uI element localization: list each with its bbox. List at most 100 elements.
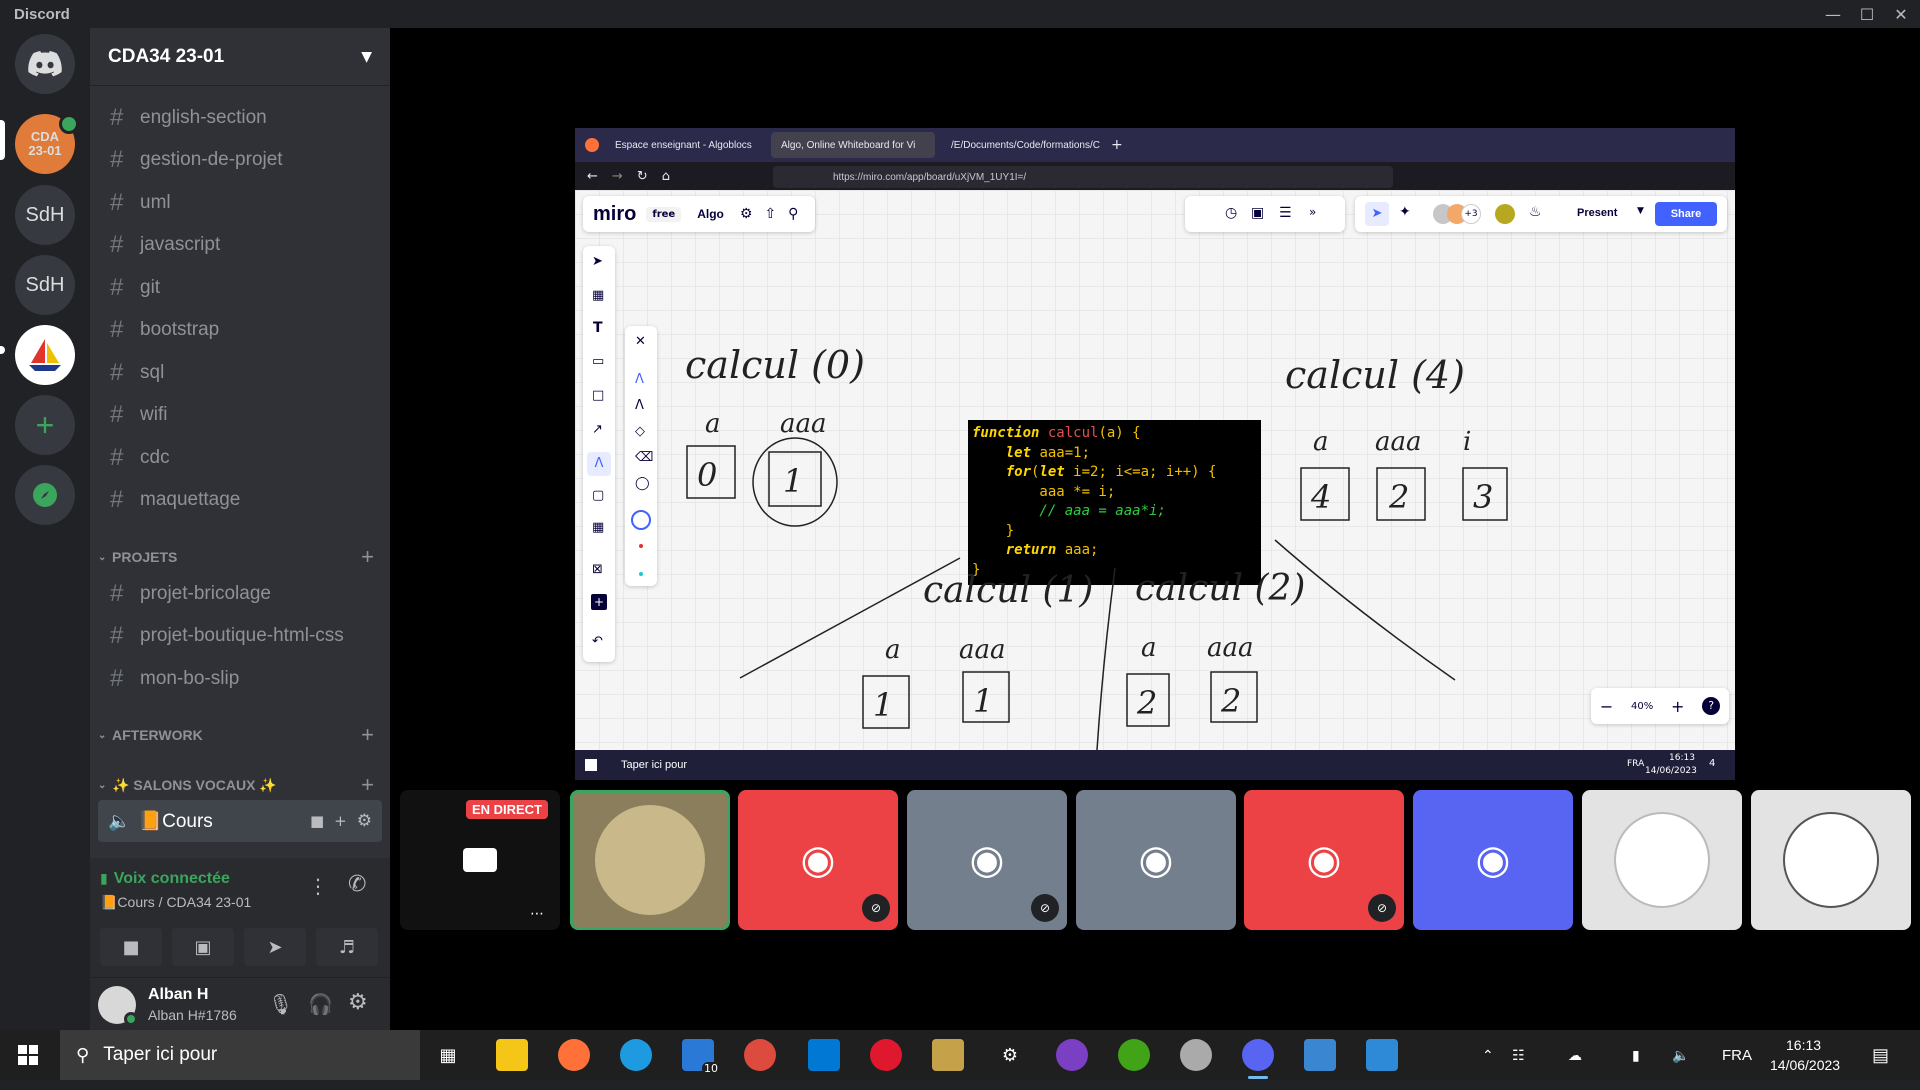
cloud-icon[interactable]: ☁ [1568, 1030, 1582, 1080]
live-stream-tile[interactable]: EN DIRECT ⋯ [400, 790, 560, 930]
browser-tab[interactable]: Espace enseignant - Algoblocs [605, 132, 765, 158]
forward-icon[interactable]: → [612, 169, 623, 184]
battery-icon[interactable]: ▮ [1632, 1030, 1640, 1080]
hash-icon: # [110, 444, 124, 471]
screen-share-view[interactable]: Espace enseignant - Algoblocs Algo, Onli… [575, 128, 1735, 780]
notification-center-icon[interactable]: ▤ [1872, 1030, 1889, 1080]
add-channel-button[interactable]: + [361, 722, 374, 748]
explore-servers-button[interactable] [15, 465, 75, 525]
voice-status-subtitle[interactable]: 📙Cours / CDA34 23-01 [100, 894, 251, 911]
taskbar-search-label: Taper ici pour [103, 1044, 218, 1065]
discord-logo-icon: ◉ [1306, 837, 1342, 883]
participant-tile-avatar[interactable] [1582, 790, 1742, 930]
invite-icon[interactable]: + [334, 812, 347, 830]
server-cda[interactable]: CDA 23-01 [15, 114, 79, 174]
channel-sql[interactable]: # sql [98, 354, 382, 392]
app-icon[interactable] [1180, 1039, 1212, 1071]
close-icon[interactable]: ✕ [1884, 0, 1918, 28]
guild-header[interactable]: CDA34 23-01 ▼ [90, 28, 390, 86]
url-bar[interactable]: https://miro.com/app/board/uXjVM_1UY1I=/ [773, 166, 1393, 188]
channel-projet-bricolage[interactable]: # projet-bricolage [98, 575, 382, 613]
discord-home-icon[interactable] [15, 34, 75, 94]
more-options-icon[interactable]: ⋯ [530, 906, 544, 922]
firefox-icon[interactable] [558, 1039, 590, 1071]
server-sdh-1[interactable]: SdH [15, 185, 75, 245]
gear-icon[interactable]: ⚙ [348, 990, 368, 1015]
channel-git[interactable]: # git [98, 269, 382, 307]
category-projets[interactable]: ⌄ PROJETS + [98, 544, 382, 570]
channel-wifi[interactable]: # wifi [98, 396, 382, 434]
server-sailboat[interactable] [15, 325, 75, 385]
participant-tile[interactable]: ◉ ⊘ [907, 790, 1067, 930]
channel-mon-bo-slip[interactable]: # mon-bo-slip [98, 660, 382, 698]
tray-chevron-icon[interactable]: ⌃ [1482, 1030, 1494, 1080]
channel-javascript[interactable]: # javascript [98, 226, 382, 264]
soundboard-button[interactable]: ♬ [316, 928, 378, 966]
clock-date[interactable]: 14/06/2023 [1770, 1040, 1840, 1090]
utorrent-icon[interactable] [1118, 1039, 1150, 1071]
miro-board[interactable]: miro free Algo ⚙ ⇧ ⚲ ◷ ▣ ☰ » ➤ ✦ +3 ♨ Pr… [575, 190, 1735, 750]
participant-tile[interactable]: ◉ [1076, 790, 1236, 930]
app-icon[interactable] [1056, 1039, 1088, 1071]
avatar[interactable] [98, 986, 138, 1026]
settings-icon[interactable]: ⚙ [994, 1039, 1026, 1071]
channel-english-section[interactable]: # english-section [98, 99, 382, 137]
back-icon[interactable]: ← [587, 169, 598, 184]
browser-tab[interactable]: /E/Documents/Code/formations/C [941, 132, 1101, 158]
mail-icon[interactable]: 10 [682, 1039, 720, 1075]
help-icon[interactable]: ? [1702, 697, 1721, 715]
volume-icon[interactable]: 🔈 [1672, 1030, 1689, 1080]
add-channel-button[interactable]: + [361, 544, 374, 570]
network-icon[interactable]: ☷ [1512, 1030, 1525, 1080]
screen-share-button[interactable]: ▣ [172, 928, 234, 966]
activity-button[interactable]: ➤ [244, 928, 306, 966]
participant-tile[interactable]: ◉ ⊘ [738, 790, 898, 930]
gear-icon[interactable]: ⚙ [357, 811, 372, 831]
file-explorer-icon[interactable] [496, 1039, 528, 1071]
zoom-level[interactable]: 40% [1631, 701, 1653, 712]
headphones-icon[interactable]: 🎧 [308, 992, 333, 1016]
add-channel-button[interactable]: + [361, 772, 374, 798]
minimize-icon[interactable]: — [1816, 0, 1850, 28]
language-indicator[interactable]: FRA [1722, 1030, 1752, 1080]
chat-icon[interactable]: ■ [310, 812, 324, 830]
opera-icon[interactable] [870, 1039, 902, 1071]
zoom-in-button[interactable]: + [1671, 697, 1684, 716]
maximize-icon[interactable]: ☐ [1850, 0, 1884, 28]
category-afterwork[interactable]: ⌄ AFTERWORK + [98, 722, 382, 748]
server-sdh-2[interactable]: SdH [15, 255, 75, 315]
channel-bootstrap[interactable]: # bootstrap [98, 311, 382, 349]
voice-channel-cours[interactable]: 🔈 📙Cours ■ + ⚙ [98, 800, 382, 842]
home-icon[interactable]: ⌂ [662, 169, 670, 184]
camera-button[interactable]: ■ [100, 928, 162, 966]
participant-tile[interactable]: ◉ ⊘ [1244, 790, 1404, 930]
disconnect-icon[interactable]: ✆ [348, 872, 366, 897]
channel-uml[interactable]: # uml [98, 184, 382, 222]
microphone-icon[interactable]: 🎙 [268, 992, 293, 1016]
noise-suppression-icon[interactable]: ⋮ [308, 874, 328, 898]
app-icon[interactable] [1304, 1039, 1336, 1071]
new-tab-icon[interactable]: + [1111, 137, 1123, 153]
participant-tile-avatar[interactable] [570, 790, 730, 930]
photos-icon[interactable] [1366, 1039, 1398, 1071]
zoom-out-button[interactable]: − [1600, 697, 1613, 716]
channel-cdc[interactable]: # cdc [98, 439, 382, 477]
task-view-icon[interactable]: ▦ [432, 1039, 464, 1071]
browser-tab-active[interactable]: Algo, Online Whiteboard for Vi [771, 132, 935, 158]
title-bar: Discord — ☐ ✕ [0, 0, 1920, 28]
windows-start-icon[interactable] [18, 1045, 38, 1065]
chrome-icon[interactable] [744, 1039, 776, 1071]
channel-projet-boutique-html-css[interactable]: # projet-boutique-html-css [98, 617, 382, 655]
category-salons-vocaux[interactable]: ⌄ ✨ SALONS VOCAUX ✨ + [98, 772, 382, 798]
discord-taskbar-icon[interactable] [1242, 1039, 1274, 1079]
channel-gestion-de-projet[interactable]: # gestion-de-projet [98, 141, 382, 179]
add-server-button[interactable]: + [15, 395, 75, 455]
channel-maquettage[interactable]: # maquettage [98, 481, 382, 519]
taskbar-search-box[interactable]: ⚲ Taper ici pour [60, 1030, 420, 1080]
app-icon[interactable] [932, 1039, 964, 1071]
vscode-icon[interactable] [808, 1039, 840, 1071]
reload-icon[interactable]: ↻ [637, 169, 648, 184]
participant-tile[interactable]: ◉ [1413, 790, 1573, 930]
edge-icon[interactable] [620, 1039, 652, 1071]
participant-tile-avatar[interactable] [1751, 790, 1911, 930]
